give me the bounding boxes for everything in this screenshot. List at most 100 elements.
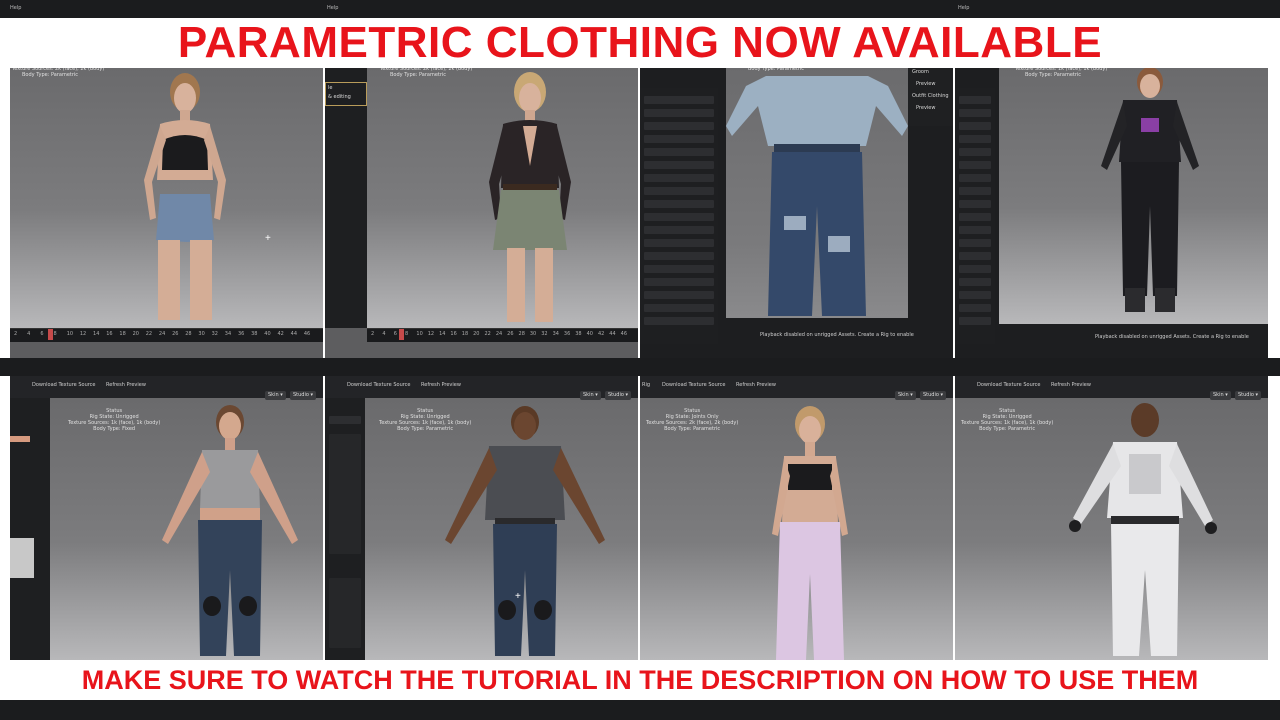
list-row[interactable]	[959, 265, 991, 273]
list-row[interactable]	[959, 304, 991, 312]
studio-dropdown[interactable]: Studio ▾	[290, 391, 317, 400]
timeline-tick: 32	[541, 331, 548, 337]
list-row[interactable]	[644, 304, 714, 312]
list-row[interactable]	[644, 239, 714, 247]
list-row[interactable]	[959, 200, 991, 208]
timeline-tick: 4	[27, 331, 31, 337]
download-texture-button[interactable]: Download Texture Source	[662, 382, 726, 388]
skin-dropdown[interactable]: Skin ▾	[265, 391, 286, 400]
playhead[interactable]	[399, 329, 404, 340]
menu-item-preview[interactable]: Preview	[908, 78, 953, 90]
timeline-tick: 36	[563, 331, 571, 337]
list-row[interactable]	[959, 161, 991, 169]
list-row[interactable]	[644, 226, 714, 234]
list-row[interactable]	[959, 174, 991, 182]
refresh-preview-button[interactable]: Refresh Preview	[1051, 382, 1091, 388]
list-row[interactable]	[644, 213, 714, 221]
studio-dropdown[interactable]: Studio ▾	[605, 391, 632, 400]
list-row[interactable]	[644, 148, 714, 156]
list-row[interactable]	[644, 200, 714, 208]
studio-dropdown[interactable]: Studio ▾	[920, 391, 947, 400]
list-row[interactable]	[959, 239, 991, 247]
studio-dropdown[interactable]: Studio ▾	[1235, 391, 1262, 400]
list-row[interactable]	[644, 174, 714, 182]
menu-item-preview[interactable]: Preview	[908, 102, 953, 114]
list-row[interactable]	[644, 265, 714, 273]
timeline-tick: 46	[303, 331, 311, 337]
timeline-tick: 2	[371, 331, 375, 337]
crosshair-icon: +	[265, 233, 271, 244]
list-row[interactable]	[959, 109, 991, 117]
rig-button[interactable]: Rig	[642, 382, 650, 388]
bottom-panel-3: Rig Download Texture Source Refresh Prev…	[640, 376, 953, 660]
bottom-panel-2: Download Texture Source Refresh Preview …	[325, 376, 638, 660]
list-row[interactable]	[644, 96, 714, 104]
list-row[interactable]	[959, 213, 991, 221]
list-row[interactable]	[644, 122, 714, 130]
texture-thumbnail[interactable]	[10, 538, 34, 578]
timeline-tick: 24	[495, 331, 503, 337]
download-texture-button[interactable]: Download Texture Source	[977, 382, 1041, 388]
menu-item-outfit-clothing[interactable]: Outfit Clothing	[908, 90, 953, 102]
timeline-tick: 6	[40, 331, 44, 337]
list-row[interactable]	[959, 278, 991, 286]
left-sidebar	[325, 398, 365, 660]
list-row[interactable]	[644, 278, 714, 286]
list-row[interactable]	[644, 135, 714, 143]
list-row[interactable]	[644, 161, 714, 169]
list-row[interactable]	[959, 317, 991, 325]
refresh-preview-button[interactable]: Refresh Preview	[736, 382, 776, 388]
skin-dropdown[interactable]: Skin ▾	[580, 391, 601, 400]
timeline-tick: 44	[609, 331, 616, 337]
top-panel-1: Texture Sources: 2k (face), 2k (body) Bo…	[10, 66, 323, 358]
outfit-side-menu: Groom Preview Outfit Clothing Preview	[908, 66, 953, 126]
character-figure	[445, 406, 605, 656]
skin-dropdown[interactable]: Skin ▾	[895, 391, 916, 400]
timeline[interactable]: 2 4 6 8 10 12 14 16 18 20 22 24 26 28 30 32 34 36 38 40 42 44…	[367, 328, 638, 342]
asset-list	[955, 88, 995, 344]
sidebar-item[interactable]: le & editing	[325, 82, 367, 106]
list-row[interactable]	[644, 317, 714, 325]
swatch[interactable]	[10, 436, 30, 442]
timeline-tick: 20	[473, 331, 480, 337]
help-menu-1[interactable]: Help	[10, 5, 21, 11]
status-overlay: Status Rig State: Unrigged Texture Sourc…	[961, 408, 1053, 432]
list-row[interactable]	[644, 291, 714, 299]
skin-dropdown[interactable]: Skin ▾	[1210, 391, 1231, 400]
list-row[interactable]	[644, 187, 714, 195]
list-row[interactable]	[959, 148, 991, 156]
list-row[interactable]	[959, 187, 991, 195]
list-row[interactable]	[959, 96, 991, 104]
help-menu-3[interactable]: Help	[958, 5, 969, 11]
timeline-tick: 14	[439, 331, 446, 337]
list-row[interactable]	[959, 122, 991, 130]
playhead[interactable]	[48, 329, 53, 340]
timeline-tick: 26	[507, 331, 514, 337]
timeline-tick: 22	[145, 331, 153, 337]
timeline-tick: 16	[450, 331, 457, 337]
left-sidebar	[10, 398, 50, 660]
timeline-tick: 20	[132, 331, 139, 337]
timeline-tick: 44	[290, 331, 298, 337]
timeline-tick: 34	[552, 331, 559, 337]
character-figure	[144, 73, 226, 320]
refresh-preview-button[interactable]: Refresh Preview	[421, 382, 461, 388]
timeline-tick: 42	[597, 331, 605, 337]
timeline[interactable]: 2 4 6 8 10 12 14 16 18 20 22 24 26 28 30 32 34 36 38 40 42 44…	[10, 328, 323, 342]
status-overlay: Status Rig State: Joints Only Texture So…	[646, 408, 738, 432]
list-row[interactable]	[644, 252, 714, 260]
list-row[interactable]	[959, 226, 991, 234]
character-figure	[489, 72, 571, 322]
character-figure	[726, 76, 908, 316]
timeline-tick: 38	[251, 331, 258, 337]
list-row[interactable]	[959, 135, 991, 143]
list-row[interactable]	[644, 109, 714, 117]
download-texture-button[interactable]: Download Texture Source	[347, 382, 411, 388]
refresh-preview-button[interactable]: Refresh Preview	[106, 382, 146, 388]
list-row[interactable]	[959, 291, 991, 299]
help-menu-2[interactable]: Help	[327, 5, 338, 11]
timeline-tick: 22	[484, 331, 491, 337]
download-texture-button[interactable]: Download Texture Source	[32, 382, 96, 388]
list-row[interactable]	[959, 252, 991, 260]
status-line: Body Type: Parametric	[979, 426, 1036, 432]
